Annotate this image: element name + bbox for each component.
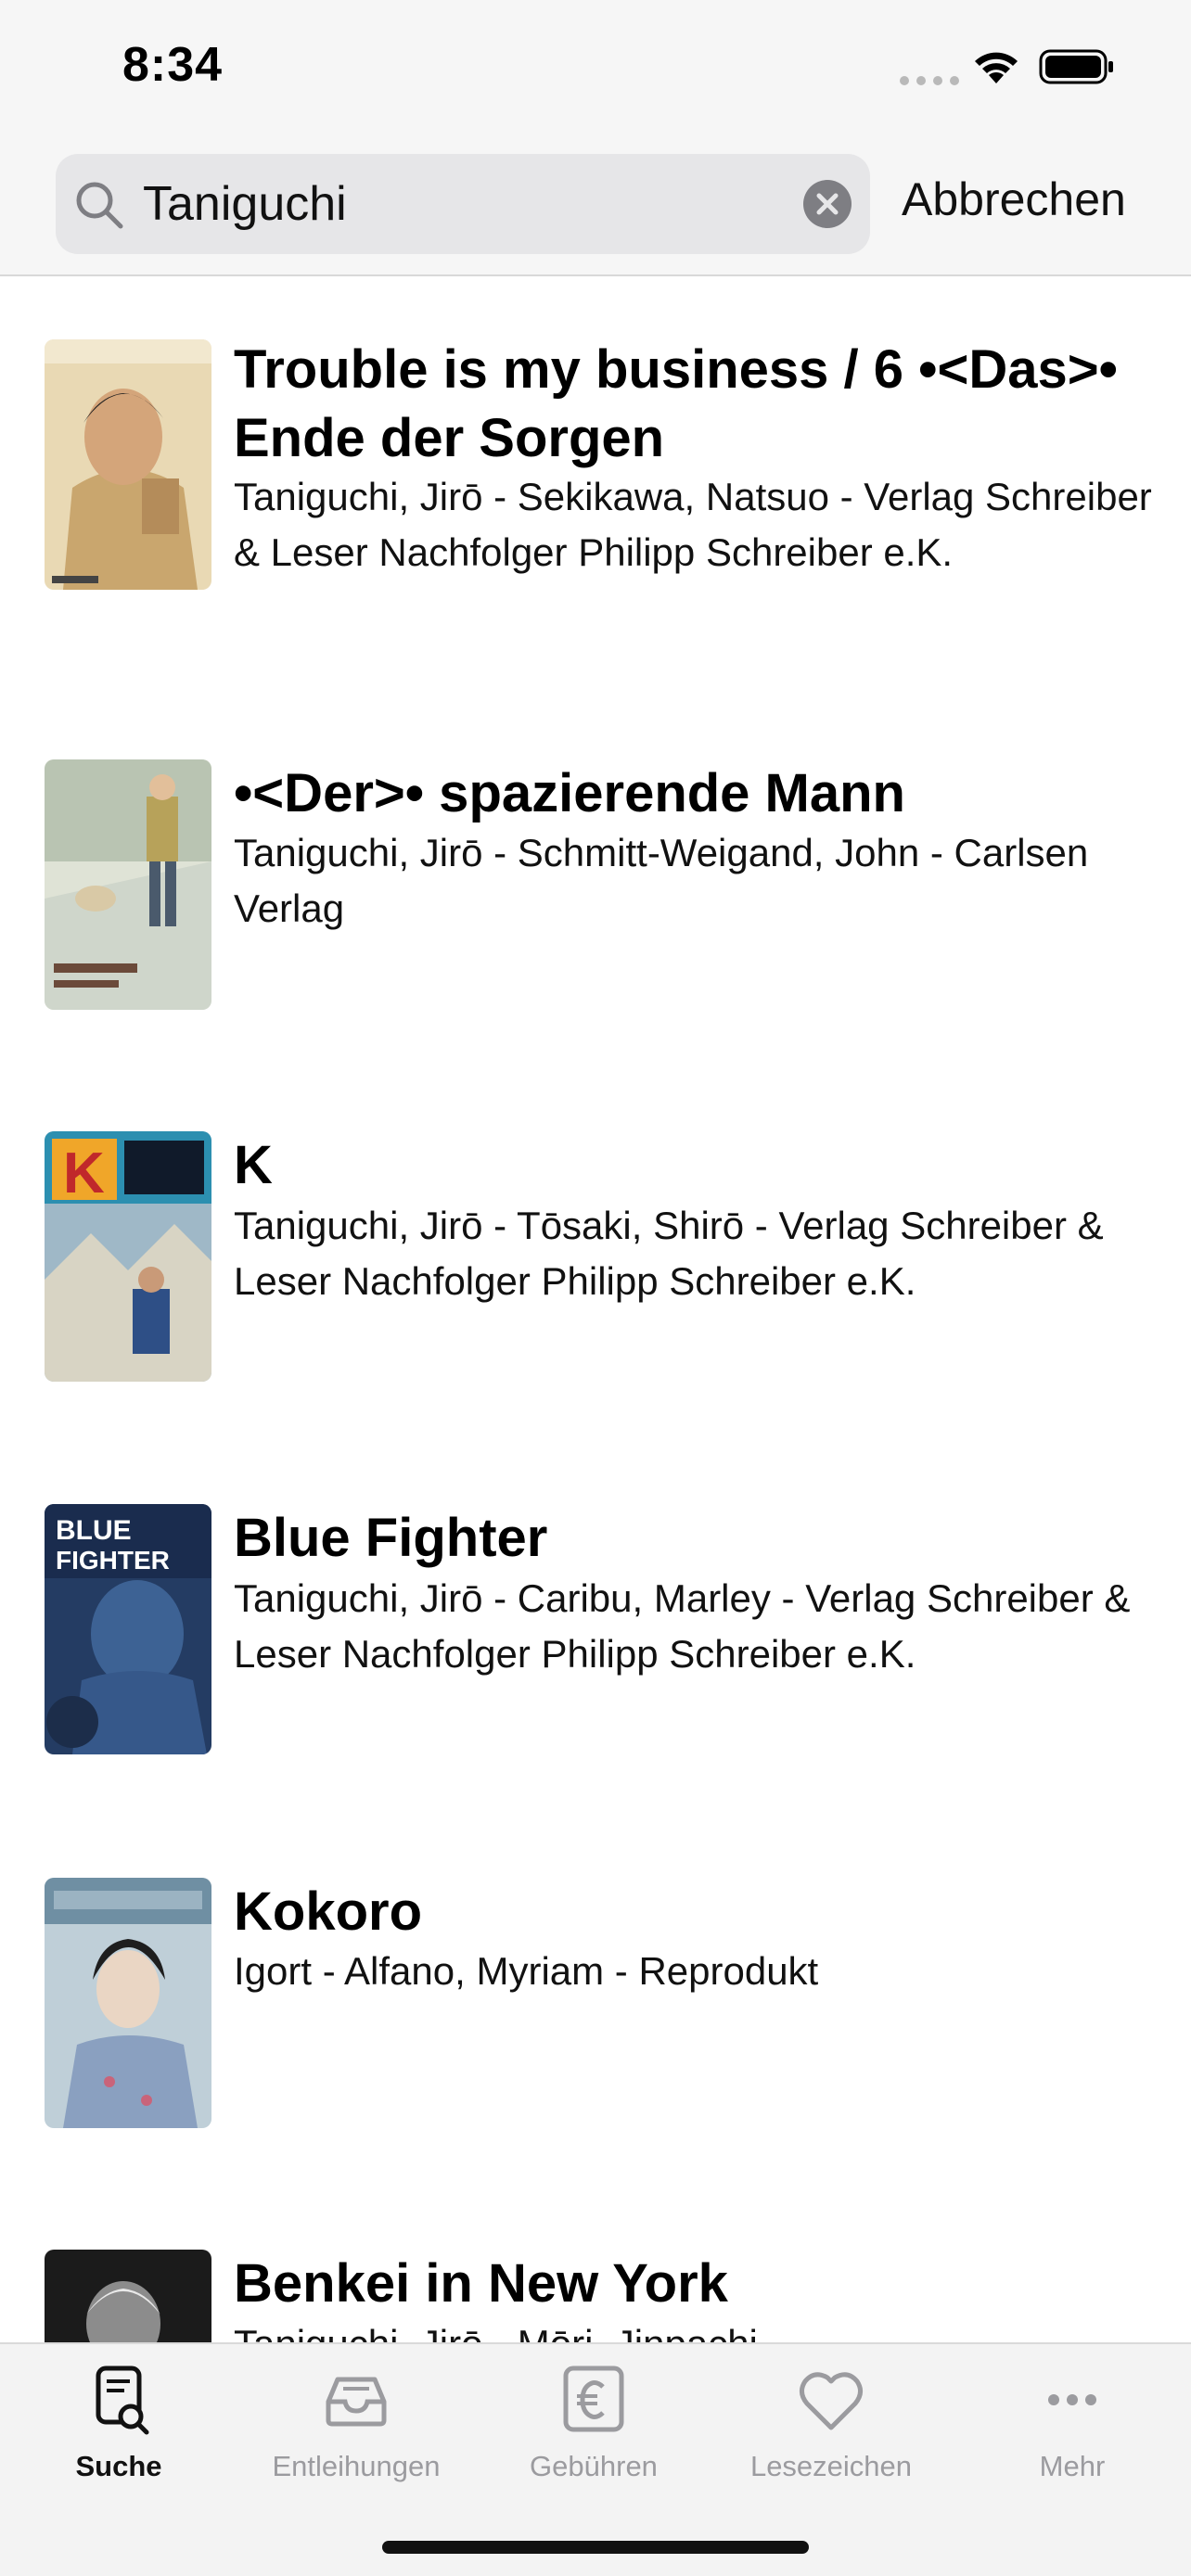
result-item[interactable]: Kokoro Igort - Alfano, Myriam - Reproduk…	[0, 1769, 1191, 2142]
result-meta: Taniguchi, Jirō - Schmitt-Weigand, John …	[234, 831, 1089, 930]
result-title: •<Der>• spazierende Mann	[234, 763, 905, 823]
result-title: K	[234, 1135, 273, 1195]
status-time: 8:34	[122, 38, 224, 92]
results-list: Trouble is my business / 6 •<Das>• Ende …	[0, 278, 1191, 2342]
cellular-signal-icon	[900, 76, 959, 85]
tab-entleihungen[interactable]: Entleihungen	[237, 2363, 475, 2483]
book-cover-image: K	[45, 1131, 211, 1382]
clear-search-icon[interactable]	[803, 180, 852, 228]
cancel-button[interactable]: Abbrechen	[902, 172, 1126, 226]
result-meta: Taniguchi, Jirō - Mōri, Jinpachi	[234, 2316, 1161, 2342]
battery-icon	[1039, 49, 1113, 84]
result-meta: Taniguchi, Jirō - Sekikawa, Natsuo - Ver…	[234, 475, 1152, 574]
result-title: Kokoro	[234, 1881, 422, 1942]
result-item[interactable]: Benkei in New York Taniguchi, Jirō - Mōr…	[0, 2142, 1191, 2342]
book-cover-image	[45, 759, 211, 1010]
tab-suche[interactable]: Suche	[0, 2363, 237, 2483]
heart-icon	[800, 2372, 863, 2430]
result-item[interactable]: Trouble is my business / 6 •<Das>• Ende …	[0, 278, 1191, 651]
more-icon	[1048, 2394, 1096, 2405]
tray-icon	[326, 2377, 387, 2427]
result-item[interactable]: •<Der>• spazierende Mann Taniguchi, Jirō…	[0, 651, 1191, 1024]
home-indicator	[382, 2541, 809, 2554]
search-document-icon	[96, 2366, 149, 2435]
search-input[interactable]	[143, 171, 829, 237]
result-item[interactable]: BLUE FIGHTER Blue Fighter Taniguchi, Jir…	[0, 1396, 1191, 1769]
book-cover-image: BLUE FIGHTER	[45, 1504, 211, 1754]
tab-label: Mehr	[1039, 2450, 1106, 2482]
result-meta: Igort - Alfano, Myriam - Reprodukt	[234, 1949, 819, 1993]
status-bar: 8:34	[0, 0, 1191, 139]
tab-gebuehren[interactable]: Gebühren	[475, 2363, 712, 2483]
tab-mehr[interactable]: Mehr	[954, 2363, 1191, 2483]
book-cover-image	[45, 1878, 211, 2128]
search-icon	[76, 182, 123, 229]
svg-text:BLUE: BLUE	[56, 1515, 132, 1546]
tab-lesezeichen[interactable]: Lesezeichen	[712, 2363, 950, 2483]
tab-label: Gebühren	[530, 2450, 658, 2482]
result-title: Blue Fighter	[234, 1508, 548, 1568]
tab-label: Suche	[75, 2450, 162, 2482]
euro-icon	[563, 2366, 624, 2432]
svg-text:FIGHTER: FIGHTER	[56, 1546, 170, 1575]
book-cover-image	[45, 339, 211, 590]
result-meta: Taniguchi, Jirō - Caribu, Marley - Verla…	[234, 1576, 1131, 1676]
result-item[interactable]: K K Taniguchi, Jirō - Tōsaki, Shirō - Ve…	[0, 1024, 1191, 1396]
book-cover-image	[45, 2250, 211, 2342]
tab-label: Entleihungen	[272, 2450, 441, 2482]
search-header: Abbrechen	[0, 139, 1191, 276]
result-title: Benkei in New York	[234, 2253, 728, 2314]
search-field[interactable]	[56, 154, 870, 254]
result-title: Trouble is my business / 6 •<Das>• Ende …	[234, 339, 1118, 468]
svg-text:K: K	[63, 1141, 105, 1205]
wifi-icon	[975, 52, 1018, 83]
result-meta: Taniguchi, Jirō - Tōsaki, Shirō - Verlag…	[234, 1204, 1104, 1303]
tab-label: Lesezeichen	[749, 2450, 913, 2482]
